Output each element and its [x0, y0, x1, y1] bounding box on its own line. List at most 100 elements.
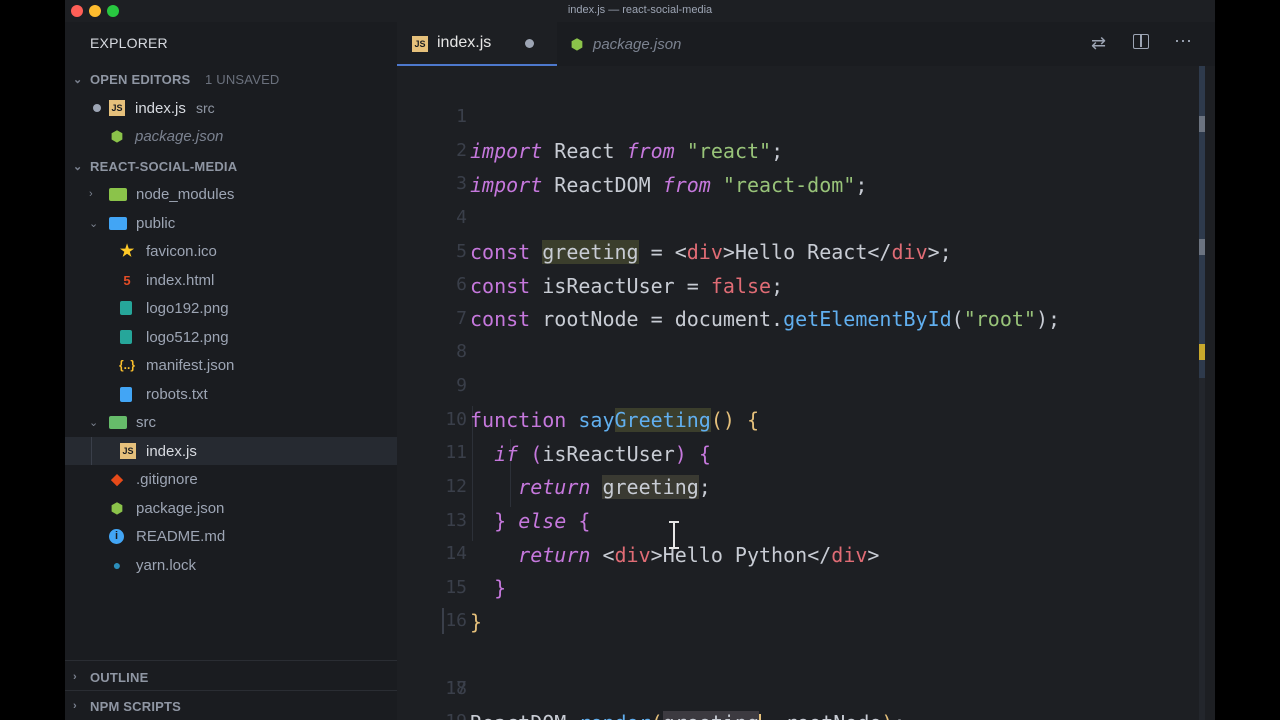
tree-item-favicon[interactable]: ★ favicon.ico — [65, 237, 397, 265]
project-section[interactable]: ⌄ REACT-SOCIAL-MEDIA — [65, 152, 397, 180]
overview-marker — [1199, 116, 1205, 132]
code-token: render — [578, 711, 650, 720]
code-line: 14 } — [397, 503, 1197, 600]
tree-item-label: package.json — [136, 499, 225, 517]
image-file-icon — [120, 301, 132, 315]
yarn-icon: ● — [112, 557, 122, 573]
code-editor[interactable]: 1 import React from "react"; 2 import Re… — [397, 66, 1215, 720]
open-editors-section[interactable]: ⌄ OPEN EDITORS 1 UNSAVED — [65, 65, 397, 93]
tree-item-label: robots.txt — [146, 385, 208, 403]
code-line: 7 — [397, 268, 1197, 329]
open-editor-item[interactable]: ⬢ package.json — [65, 122, 397, 150]
split-editor-icon[interactable] — [1133, 34, 1149, 49]
image-file-icon — [120, 330, 132, 344]
ibeam-cursor-icon — [667, 520, 681, 550]
star-icon: ★ — [119, 243, 135, 260]
vertical-scrollbar[interactable] — [1199, 66, 1205, 720]
tab-label: package.json — [593, 35, 682, 53]
tree-item-label: public — [136, 214, 176, 232]
code-line: 19 — [397, 671, 1197, 720]
tree-item-label: README.md — [136, 527, 226, 545]
open-editor-dir: src — [196, 100, 215, 116]
tree-item-label: favicon.ico — [146, 242, 217, 260]
split-divider — [1140, 35, 1142, 47]
text-file-icon — [120, 386, 132, 402]
tree-item-label: manifest.json — [146, 356, 235, 374]
npm-scripts-label: NPM SCRIPTS — [90, 698, 182, 714]
open-editor-item[interactable]: JS index.js src — [65, 94, 397, 122]
code-token: rootNode — [785, 711, 881, 720]
outline-section[interactable]: › OUTLINE — [65, 663, 397, 691]
tree-item-label: node_modules — [136, 185, 235, 203]
code-line: 8 — [397, 301, 1197, 362]
editor-tabs: JS index.js ⬢ package.json ⇄ ⋯ — [397, 22, 1215, 66]
tree-item-gitignore[interactable]: ◆ .gitignore — [65, 465, 397, 493]
compare-changes-icon[interactable]: ⇄ — [1091, 33, 1106, 54]
tree-item-readme[interactable]: i README.md — [65, 522, 397, 550]
editor-window: index.js — react-social-media EXPLORER ⌄… — [65, 0, 1215, 720]
chevron-down-icon: ⌄ — [73, 73, 83, 86]
open-editors-label: OPEN EDITORS — [90, 71, 191, 87]
overview-marker — [1199, 239, 1205, 255]
divider — [65, 660, 397, 661]
chevron-down-icon: ⌄ — [89, 217, 99, 230]
unsaved-dot-icon[interactable] — [525, 39, 534, 48]
tree-item-robots[interactable]: robots.txt — [65, 380, 397, 408]
gutter-marker — [442, 608, 444, 634]
title-bar: index.js — react-social-media — [65, 0, 1215, 22]
code-line: 12 } else { — [397, 436, 1197, 533]
tree-item-logo512[interactable]: logo512.png — [65, 323, 397, 351]
tree-item-index-html[interactable]: 5 index.html — [65, 266, 397, 294]
chevron-right-icon: › — [73, 671, 77, 683]
tree-item-public[interactable]: ⌄ public — [65, 209, 397, 237]
chevron-down-icon: ⌄ — [89, 416, 99, 429]
code-line: 9 function sayGreeting() { — [397, 335, 1197, 432]
tree-item-node-modules[interactable]: › node_modules — [65, 180, 397, 208]
code-line: 6 const rootNode = document.getElementBy… — [397, 234, 1197, 331]
overview-marker — [1199, 344, 1205, 360]
npm-scripts-section[interactable]: › NPM SCRIPTS — [65, 692, 397, 720]
tree-item-label: index.js — [146, 442, 197, 460]
tree-item-index-js[interactable]: JS index.js — [65, 437, 397, 465]
code-line: 13 return <div>Hello Python</div> — [397, 470, 1197, 567]
window-title: index.js — react-social-media — [567, 4, 713, 16]
scrollbar-thumb[interactable] — [1199, 66, 1205, 378]
chevron-down-icon: ⌄ — [73, 160, 83, 173]
explorer-title: EXPLORER — [90, 35, 168, 51]
more-actions-icon[interactable]: ⋯ — [1174, 31, 1192, 52]
unsaved-dot-icon — [93, 104, 101, 112]
tree-item-logo192[interactable]: logo192.png — [65, 294, 397, 322]
divider — [65, 690, 397, 691]
open-editor-name: package.json — [135, 127, 224, 145]
node-file-icon: ⬢ — [570, 35, 584, 52]
explorer-sidebar: EXPLORER ⌄ OPEN EDITORS 1 UNSAVED JS ind… — [65, 22, 397, 720]
tree-item-yarn-lock[interactable]: ● yarn.lock — [65, 551, 397, 579]
code-line: 11 return greeting; — [397, 402, 1197, 499]
folder-icon — [109, 216, 127, 230]
tree-item-manifest[interactable]: {..} manifest.json — [65, 351, 397, 379]
tab-package-json[interactable]: ⬢ package.json — [557, 22, 727, 66]
open-editor-name: index.js — [135, 99, 186, 117]
code-token: ReactDOM — [470, 711, 566, 720]
folder-icon — [109, 187, 127, 201]
code-line: 4 const greeting = <div>Hello React</div… — [397, 167, 1197, 264]
line-number: 19 — [397, 705, 467, 720]
code-line: 15 } — [397, 537, 1197, 634]
tree-item-label: logo512.png — [146, 328, 229, 346]
tab-index-js[interactable]: JS index.js — [397, 22, 557, 66]
tree-item-package-json[interactable]: ⬢ package.json — [65, 494, 397, 522]
code-line: 2 import ReactDOM from "react-dom"; — [397, 100, 1197, 197]
json-file-icon: {..} — [118, 358, 135, 372]
code-line: 10 if (isReactUser) { — [397, 369, 1197, 466]
tree-item-src[interactable]: ⌄ src — [65, 408, 397, 436]
unsaved-count: 1 UNSAVED — [205, 71, 280, 87]
tree-item-label: yarn.lock — [136, 556, 197, 574]
tree-item-label: index.html — [146, 271, 215, 289]
tree-item-label: logo192.png — [146, 299, 229, 317]
indent-guide — [91, 437, 92, 465]
code-line: 18 — [397, 638, 1197, 699]
code-token: greeting — [662, 711, 759, 720]
chevron-right-icon: › — [89, 188, 93, 200]
git-icon: ◆ — [111, 471, 123, 488]
code-line: 3 — [397, 133, 1197, 194]
